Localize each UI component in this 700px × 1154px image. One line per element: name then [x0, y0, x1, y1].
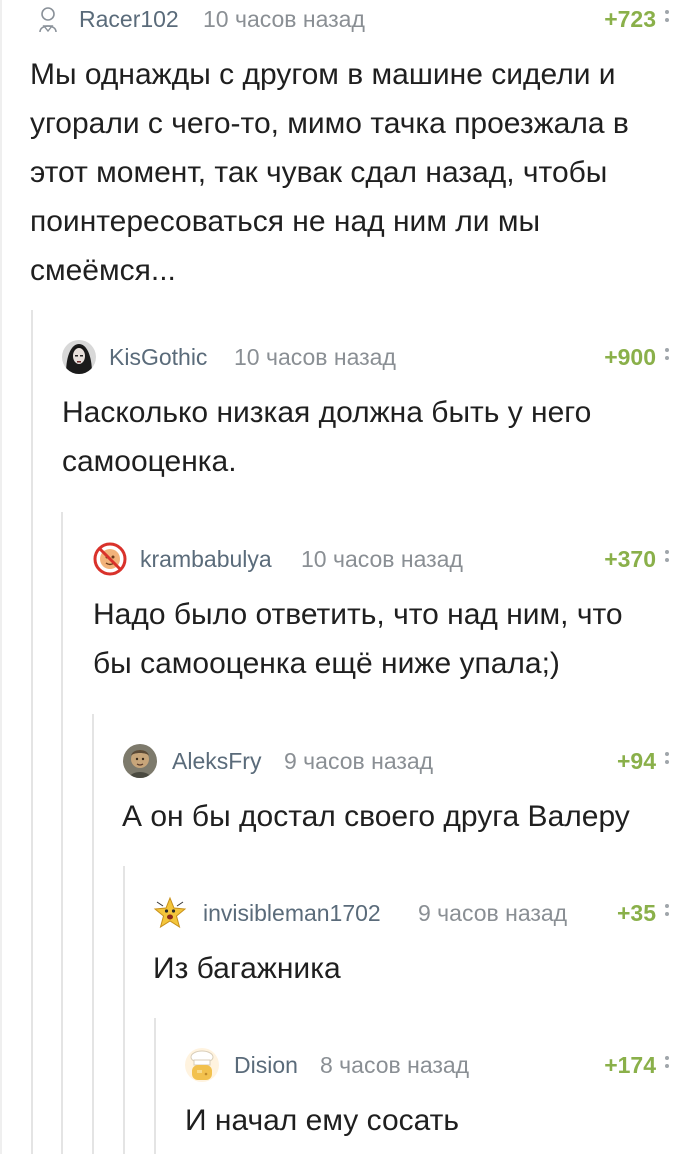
username[interactable]: KisGothic: [109, 344, 207, 371]
comment-header: Racer102 10 часов назад +723: [0, 0, 700, 40]
comment-text: Насколько низкая должна быть у него само…: [62, 396, 592, 478]
more-menu-icon[interactable]: [664, 750, 670, 774]
timestamp[interactable]: 10 часов назад: [301, 546, 463, 573]
gothic-girl-avatar[interactable]: [62, 340, 96, 374]
timestamp[interactable]: 10 часов назад: [234, 344, 396, 371]
comment-header: AleksFry 9 часов назад +94: [92, 742, 700, 782]
timestamp[interactable]: 9 часов назад: [418, 900, 567, 927]
outline-person-icon[interactable]: [32, 4, 64, 36]
comment-text: А он бы достал своего друга Валеру: [122, 800, 630, 833]
rating: +370: [604, 546, 656, 572]
username[interactable]: Racer102: [79, 6, 179, 33]
rating: +174: [604, 1052, 656, 1078]
more-menu-icon[interactable]: [664, 8, 670, 32]
timestamp[interactable]: 10 часов назад: [203, 6, 365, 33]
no-sign-avatar[interactable]: [93, 542, 127, 576]
rating: +35: [616, 900, 656, 926]
more-menu-icon[interactable]: [664, 346, 670, 370]
comment-text: Надо было ответить, что над ним, что бы …: [93, 598, 623, 680]
more-menu-icon[interactable]: [664, 548, 670, 572]
comment-header: KisGothic 10 часов назад +900: [31, 338, 700, 378]
username[interactable]: AleksFry: [172, 748, 261, 775]
comment: Racer102 10 часов назад +723 Мы однажды …: [0, 0, 700, 290]
star-face-avatar[interactable]: [153, 896, 187, 930]
rating: +94: [616, 748, 656, 774]
comment: AleksFry 9 часов назад +94 А он бы доста…: [92, 742, 700, 852]
username[interactable]: Dision: [234, 1052, 298, 1079]
comment: invisibleman1702 9 часов назад +35 Из ба…: [123, 894, 700, 1004]
comment-text: Из багажника: [153, 952, 341, 985]
comment: KisGothic 10 часов назад +900 Насколько …: [31, 338, 700, 498]
comment: krambabulya 10 часов назад +370 Надо был…: [61, 540, 700, 700]
rating: +900: [604, 344, 656, 370]
comment: Dision 8 часов назад +174 И начал ему со…: [154, 1046, 700, 1154]
portrait-avatar[interactable]: [123, 744, 157, 778]
rating: +723: [604, 6, 656, 32]
timestamp[interactable]: 8 часов назад: [320, 1052, 469, 1079]
chef-avatar[interactable]: [185, 1048, 219, 1082]
comment-header: krambabulya 10 часов назад +370: [61, 540, 700, 580]
username[interactable]: invisibleman1702: [203, 900, 381, 927]
more-menu-icon[interactable]: [664, 1054, 670, 1078]
more-menu-icon[interactable]: [664, 902, 670, 926]
username[interactable]: krambabulya: [140, 546, 272, 573]
timestamp[interactable]: 9 часов назад: [284, 748, 433, 775]
comment-header: Dision 8 часов назад +174: [154, 1046, 700, 1086]
comment-text: Мы однажды с другом в машине сидели и уг…: [30, 58, 629, 287]
comment-header: invisibleman1702 9 часов назад +35: [123, 894, 700, 934]
comment-text: И начал ему сосать: [185, 1104, 460, 1137]
